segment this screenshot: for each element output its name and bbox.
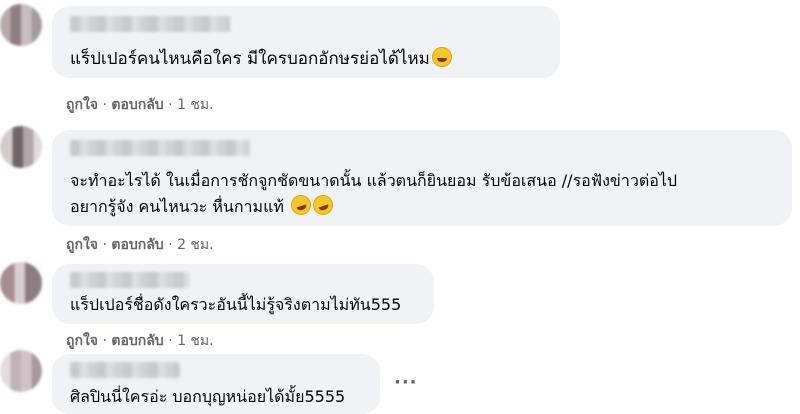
like-link[interactable]: ถูกใจ — [66, 234, 98, 256]
avatar[interactable] — [0, 262, 42, 304]
rolling-laughing-face-icon — [288, 192, 314, 218]
comment-text: ศิลปินนี่ใครอ่ะ บอกบุญหน่อยได้มั้ย5555 — [70, 387, 346, 406]
comment-actions: ถูกใจ · ตอบกลับ · 1 ชม. — [66, 330, 214, 352]
author-name-blurred[interactable] — [70, 140, 250, 156]
comment-actions: ถูกใจ · ตอบกลับ · 2 ชม. — [66, 234, 214, 256]
comment-text: แร็ปเปอร์ชื่อดังใครวะอันนี้ไม่รู้จริงตาม… — [70, 295, 402, 314]
separator: · — [168, 333, 173, 349]
author-name-blurred[interactable] — [70, 16, 230, 32]
avatar[interactable] — [0, 126, 42, 168]
grinning-sweat-face-icon — [431, 47, 452, 67]
timestamp-link[interactable]: 2 ชม. — [177, 234, 214, 256]
separator: · — [102, 237, 107, 253]
separator: · — [168, 237, 173, 253]
separator: · — [102, 333, 107, 349]
timestamp-link[interactable]: 1 ชม. — [177, 94, 214, 116]
comment-bubble: ศิลปินนี่ใครอ่ะ บอกบุญหน่อยได้มั้ย5555 — [52, 354, 380, 414]
rolling-laughing-face-icon — [310, 192, 336, 218]
avatar[interactable] — [0, 4, 42, 46]
comment-actions: ถูกใจ · ตอบกลับ · 1 ชม. — [66, 94, 214, 116]
author-name-blurred[interactable] — [70, 362, 180, 378]
comment-bubble: แร็ปเปอร์ชื่อดังใครวะอันนี้ไม่รู้จริงตาม… — [52, 264, 434, 324]
reply-link[interactable]: ตอบกลับ — [111, 234, 163, 256]
more-options-icon[interactable]: ··· — [394, 372, 418, 393]
reply-link[interactable]: ตอบกลับ — [111, 94, 163, 116]
separator: · — [168, 97, 173, 113]
comment-text-line-1: จะทำอะไรได้ ในเมื่อการชักจูกชัดขนาดนั้น … — [70, 171, 678, 190]
comment-text-line-2: อยากรู้จัง คนไหนวะ หื่นกามแท้ — [70, 192, 336, 220]
timestamp-link[interactable]: 1 ชม. — [177, 330, 214, 352]
comment-bubble: แร็ปเปอร์คนไหนคือใคร มีใครบอกอักษรย่อได้… — [52, 6, 560, 78]
like-link[interactable]: ถูกใจ — [66, 330, 98, 352]
reply-link[interactable]: ตอบกลับ — [111, 330, 163, 352]
comment-bubble: จะทำอะไรได้ ในเมื่อการชักจูกชัดขนาดนั้น … — [52, 130, 792, 226]
avatar[interactable] — [0, 350, 42, 392]
like-link[interactable]: ถูกใจ — [66, 94, 98, 116]
author-name-blurred[interactable] — [70, 272, 190, 288]
comment-text: แร็ปเปอร์คนไหนคือใคร มีใครบอกอักษรย่อได้… — [70, 46, 452, 72]
separator: · — [102, 97, 107, 113]
